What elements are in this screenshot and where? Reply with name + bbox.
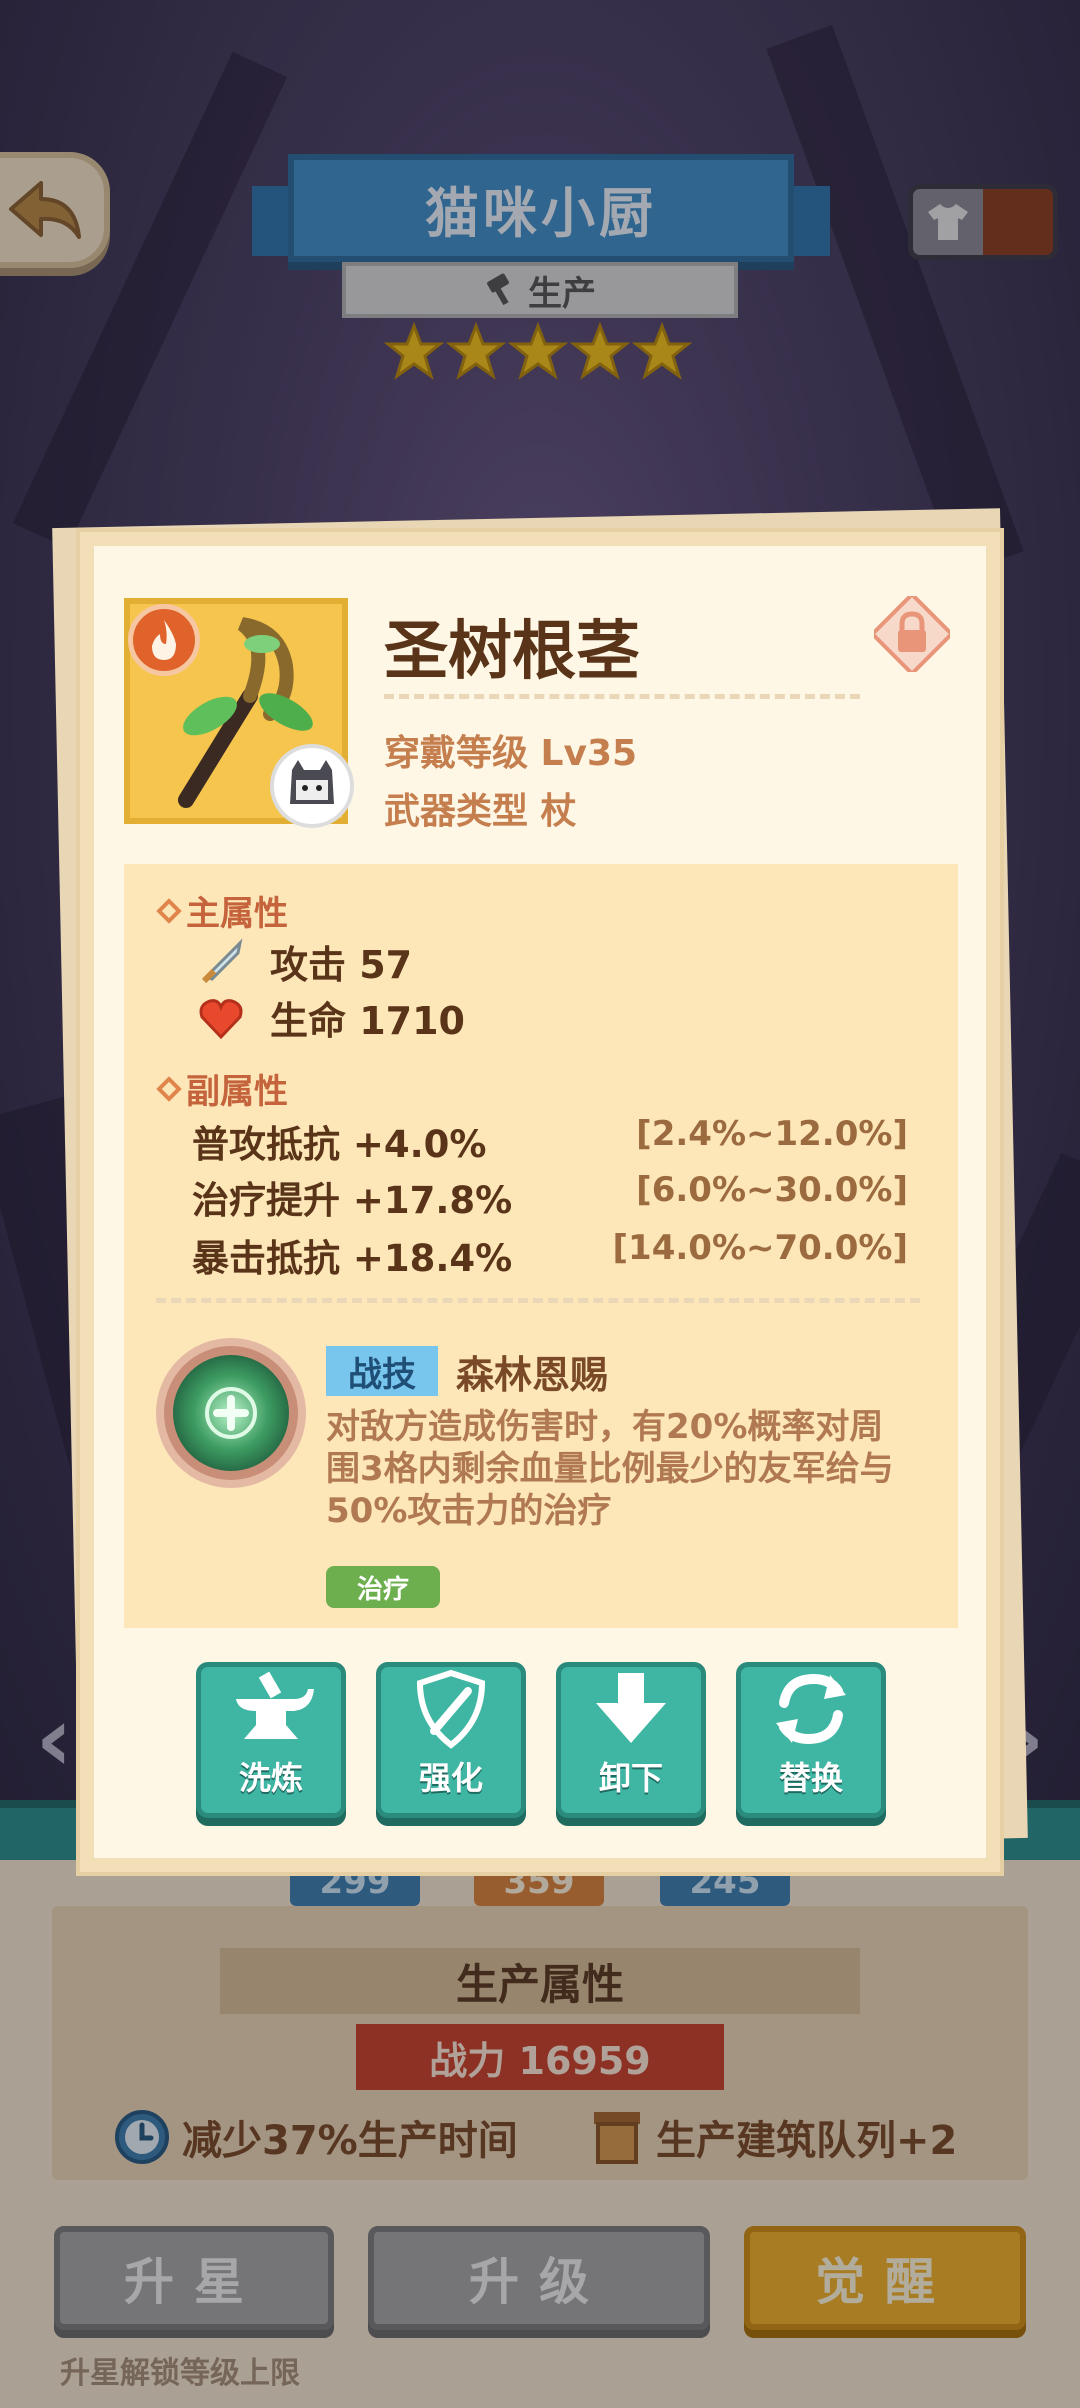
lock-icon[interactable] bbox=[874, 596, 950, 672]
sub-attr-row: 暴击抵抗 +18.4% [14.0%~70.0%] bbox=[192, 1228, 908, 1282]
unequip-label: 卸下 bbox=[598, 1759, 663, 1797]
item-name: 圣树根茎 bbox=[384, 615, 640, 689]
shield-sword-icon bbox=[416, 1669, 486, 1749]
replace-button[interactable]: 替换 bbox=[736, 1662, 886, 1818]
diamond-icon bbox=[156, 897, 182, 924]
sub-attr-row: 普攻抵抗 +4.0% [2.4%~12.0%] bbox=[192, 1114, 908, 1168]
unequip-button[interactable]: 卸下 bbox=[556, 1662, 706, 1818]
replace-label: 替换 bbox=[778, 1759, 843, 1797]
weapon-type: 武器类型 杖 bbox=[384, 791, 577, 832]
heart-icon bbox=[199, 998, 243, 1039]
sub-attr-value: 治疗提升 +17.8% bbox=[192, 1179, 513, 1222]
attack-stat: 攻击 57 bbox=[196, 934, 412, 989]
sub-attr-heading-label: 副属性 bbox=[186, 1072, 288, 1112]
attack-stat-label: 攻击 57 bbox=[270, 943, 413, 987]
heal-cross-icon bbox=[173, 1355, 289, 1471]
sub-attr-range: [2.4%~12.0%] bbox=[636, 1114, 908, 1154]
anvil-icon bbox=[236, 1671, 314, 1739]
arrow-down-icon bbox=[596, 1673, 666, 1743]
refine-button[interactable]: 洗炼 bbox=[196, 1662, 346, 1818]
sub-attr-row: 治疗提升 +17.8% [6.0%~30.0%] bbox=[192, 1170, 908, 1224]
wear-level: 穿戴等级 Lv35 bbox=[384, 733, 638, 774]
skill-type-tag: 战技 bbox=[326, 1346, 438, 1396]
divider bbox=[156, 1298, 920, 1303]
diamond-icon bbox=[156, 1075, 182, 1102]
equipped-hero-avatar bbox=[270, 744, 354, 828]
sword-icon bbox=[201, 937, 243, 983]
main-attr-heading-label: 主属性 bbox=[186, 894, 288, 934]
main-attr-heading: 主属性 bbox=[156, 886, 288, 935]
sub-attr-range: [14.0%~70.0%] bbox=[612, 1228, 908, 1268]
enhance-button[interactable]: 强化 bbox=[376, 1662, 526, 1818]
enhance-label: 强化 bbox=[418, 1759, 483, 1797]
heal-tag: 治疗 bbox=[326, 1566, 440, 1608]
hp-stat: 生命 1710 bbox=[196, 990, 465, 1045]
skill-description: 对敌方造成伤害时，有20%概率对周围3格内剩余血量比例最少的友军给与50%攻击力… bbox=[326, 1407, 894, 1531]
hp-stat-label: 生命 1710 bbox=[270, 999, 465, 1043]
skill-icon bbox=[156, 1338, 306, 1488]
fire-element-icon bbox=[128, 604, 200, 676]
refresh-icon bbox=[776, 1673, 846, 1745]
sub-attr-value: 暴击抵抗 +18.4% bbox=[192, 1237, 513, 1280]
divider bbox=[384, 694, 860, 699]
sub-attr-range: [6.0%~30.0%] bbox=[636, 1170, 908, 1210]
refine-label: 洗炼 bbox=[238, 1759, 303, 1797]
sub-attr-value: 普攻抵抗 +4.0% bbox=[192, 1123, 487, 1166]
sub-attr-heading: 副属性 bbox=[156, 1064, 288, 1113]
skill-name: 森林恩赐 bbox=[456, 1353, 609, 1397]
